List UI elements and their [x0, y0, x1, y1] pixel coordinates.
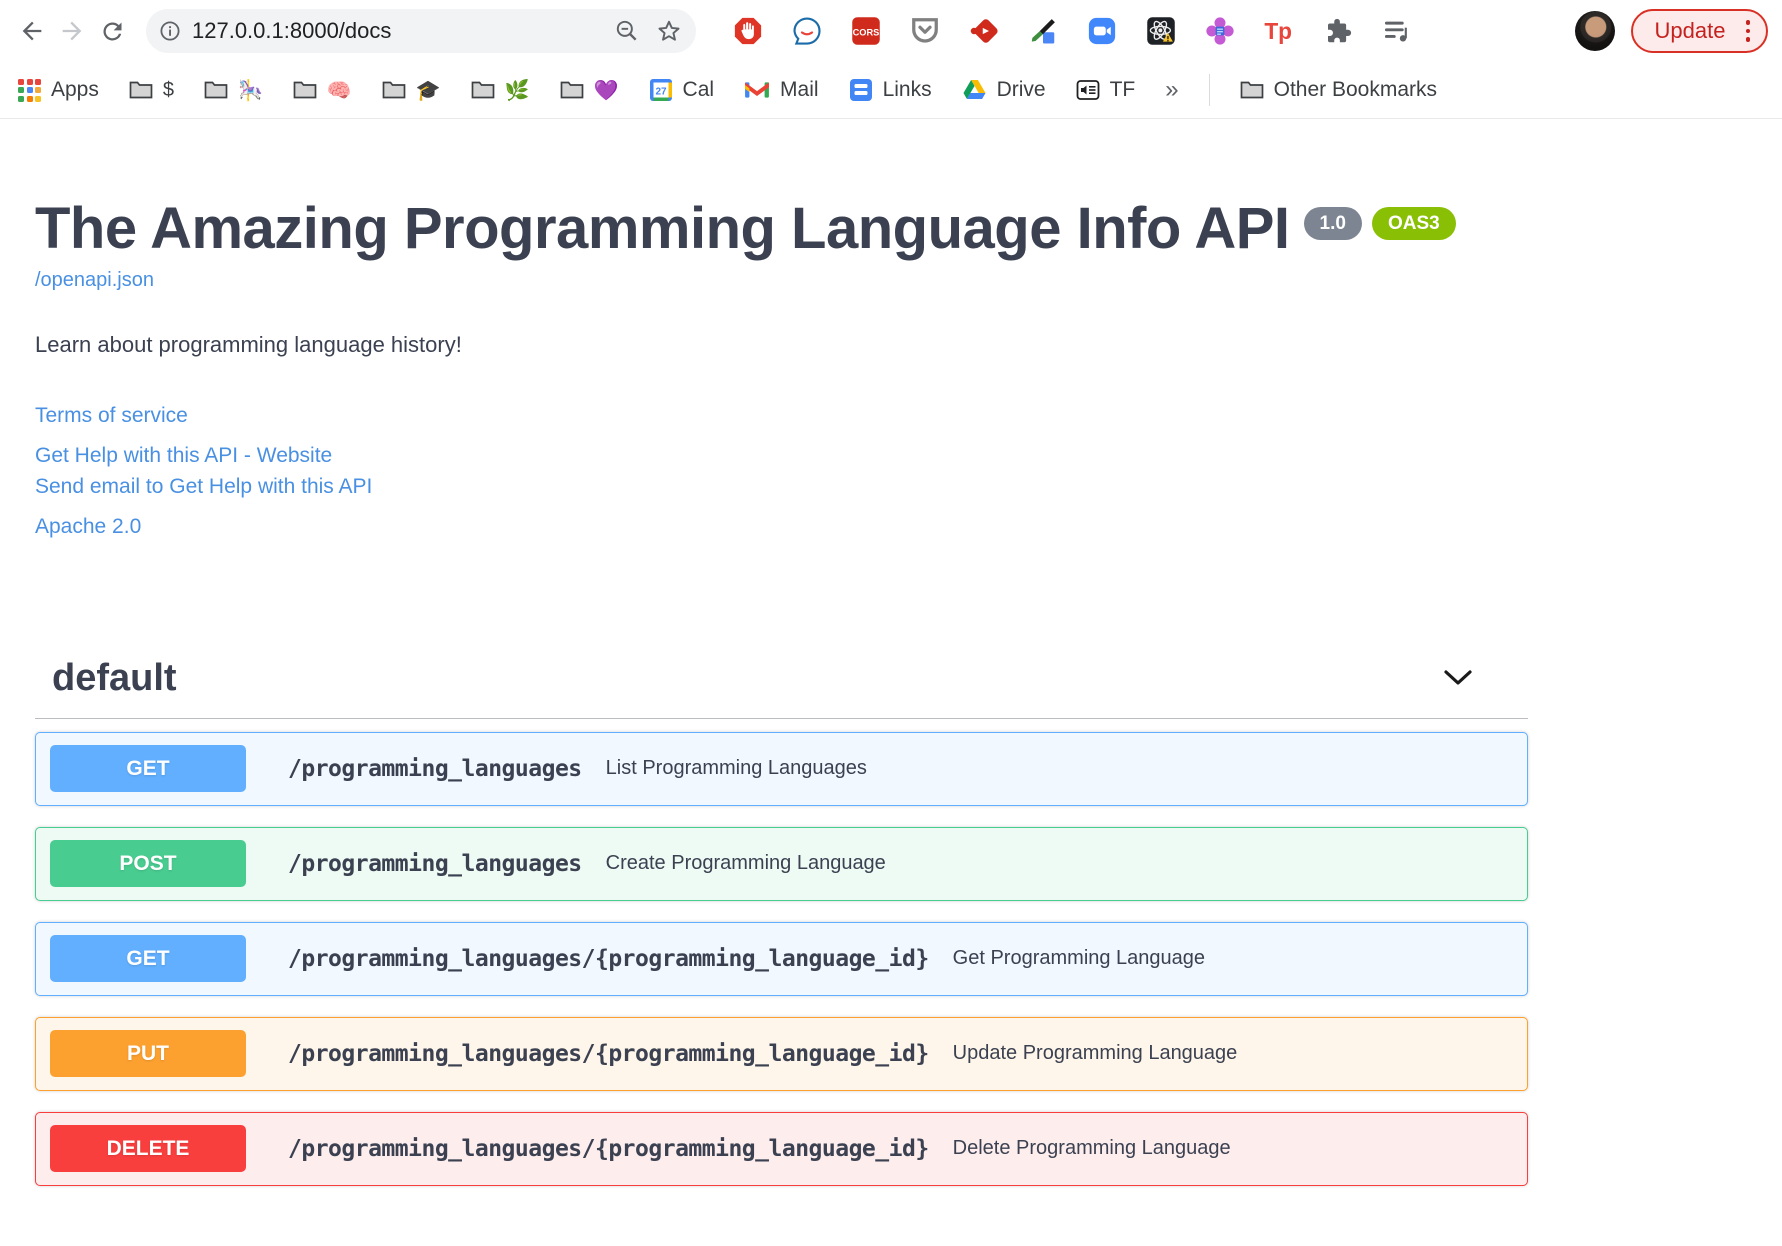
- bookmarks-overflow-chevron[interactable]: »: [1165, 76, 1178, 104]
- color-picker-extension-icon[interactable]: [1027, 15, 1059, 47]
- api-description: Learn about programming language history…: [35, 331, 462, 357]
- endpoint-path: /programming_languages/{programming_lang…: [288, 1135, 929, 1162]
- folder-icon: [204, 81, 228, 99]
- endpoint-summary: Create Programming Language: [605, 852, 886, 875]
- bookmark-links[interactable]: Links: [849, 78, 932, 102]
- browser-menu-icon[interactable]: [1740, 20, 1757, 42]
- media-queue-extension-icon[interactable]: [1381, 15, 1413, 47]
- folder-icon: [1240, 81, 1263, 99]
- pocket-extension-icon[interactable]: [909, 15, 941, 47]
- reload-icon: [102, 21, 121, 40]
- method-badge: GET: [50, 745, 246, 793]
- drive-icon: [963, 80, 986, 99]
- bookmark-tf[interactable]: TF: [1076, 78, 1135, 102]
- endpoint-row[interactable]: POST /programming_languages Create Progr…: [35, 826, 1528, 901]
- page-title: The Amazing Programming Language Info AP…: [35, 196, 1290, 261]
- endpoint-path: /programming_languages/{programming_lang…: [288, 1040, 929, 1067]
- forward-button[interactable]: [52, 11, 92, 51]
- folder-icon: [382, 81, 406, 99]
- bookmark-folder-grad[interactable]: 🎓: [382, 78, 441, 103]
- bookmark-folder-heart[interactable]: 💜: [560, 78, 619, 103]
- endpoint-summary: Update Programming Language: [952, 1042, 1238, 1065]
- bookmark-folder-herb[interactable]: 🌿: [471, 78, 530, 103]
- extensions-row: CORS Tp: [732, 15, 1565, 47]
- red-diamond-extension-icon[interactable]: [968, 15, 1000, 47]
- endpoint-path: /programming_languages/{programming_lang…: [288, 945, 929, 972]
- endpoint-row[interactable]: GET /programming_languages/{programming_…: [35, 921, 1528, 996]
- endpoint-summary: Delete Programming Language: [952, 1137, 1231, 1160]
- bookmark-calendar[interactable]: 27 Cal: [649, 78, 714, 102]
- folder-icon: [293, 81, 317, 99]
- url-bar[interactable]: 127.0.0.1:8000/docs: [146, 9, 696, 53]
- section-header[interactable]: default: [35, 657, 1528, 700]
- update-label: Update: [1654, 18, 1726, 43]
- bookmarks-bar: Apps $ 🎠 🧠 🎓 🌿 💜 27 Cal Mail Links Drive…: [0, 62, 1782, 119]
- puzzle-extensions-icon[interactable]: [1322, 15, 1354, 47]
- back-button[interactable]: [12, 11, 52, 51]
- endpoint-path: /programming_languages: [288, 755, 582, 782]
- browser-toolbar: 127.0.0.1:8000/docs CORS Tp Update: [0, 0, 1782, 62]
- bookmark-folder-dollar[interactable]: $: [129, 79, 174, 102]
- bookmark-drive[interactable]: Drive: [962, 78, 1046, 102]
- bookmark-gmail[interactable]: Mail: [744, 78, 819, 102]
- back-arrow-icon: [22, 21, 42, 41]
- svg-text:Tp: Tp: [1264, 18, 1292, 44]
- endpoint-row[interactable]: DELETE /programming_languages/{programmi…: [35, 1111, 1528, 1186]
- bookmarks-divider: [1208, 74, 1210, 106]
- terms-of-service-link[interactable]: Terms of service: [35, 404, 1782, 428]
- method-badge: POST: [50, 840, 246, 888]
- url-text[interactable]: 127.0.0.1:8000/docs: [192, 18, 614, 44]
- endpoint-summary: List Programming Languages: [605, 757, 867, 780]
- forward-arrow-icon: [62, 21, 82, 41]
- openapi-json-link[interactable]: /openapi.json: [35, 269, 154, 292]
- svg-text:CORS: CORS: [853, 27, 880, 37]
- bookmark-apps[interactable]: Apps: [18, 78, 99, 102]
- version-badge: 1.0: [1303, 207, 1362, 240]
- cors-extension-icon[interactable]: CORS: [850, 15, 882, 47]
- endpoint-row[interactable]: GET /programming_languages List Programm…: [35, 731, 1528, 806]
- tp-extension-icon[interactable]: Tp: [1263, 15, 1295, 47]
- links-doc-icon: [849, 79, 872, 101]
- bookmark-star-icon[interactable]: [656, 18, 682, 44]
- get-help-website-link[interactable]: Get Help with this API - Website: [35, 444, 1782, 468]
- react-devtools-extension-icon[interactable]: [1145, 15, 1177, 47]
- purple-pinwheel-extension-icon[interactable]: [1204, 15, 1236, 47]
- profile-avatar[interactable]: [1574, 11, 1615, 51]
- method-badge: PUT: [50, 1030, 246, 1078]
- apps-grid-icon: [18, 78, 41, 102]
- folder-icon: [560, 81, 583, 99]
- reload-button[interactable]: [92, 11, 132, 51]
- calendar-icon: 27: [649, 79, 672, 101]
- method-badge: DELETE: [50, 1125, 246, 1173]
- send-email-link[interactable]: Send email to Get Help with this API: [35, 475, 1782, 499]
- gmail-icon: [745, 82, 769, 98]
- update-button[interactable]: Update: [1630, 9, 1768, 53]
- endpoint-path: /programming_languages: [288, 850, 582, 877]
- oas3-badge: OAS3: [1371, 207, 1456, 240]
- block-hand-extension-icon[interactable]: [732, 15, 764, 47]
- bookmark-folder-carousel[interactable]: 🎠: [204, 78, 263, 103]
- folder-icon: [471, 81, 495, 99]
- tf-icon: [1076, 80, 1100, 100]
- chat-bubble-extension-icon[interactable]: [791, 15, 823, 47]
- endpoint-summary: Get Programming Language: [952, 947, 1206, 970]
- license-link[interactable]: Apache 2.0: [35, 515, 1782, 539]
- other-bookmarks[interactable]: Other Bookmarks: [1240, 78, 1437, 102]
- method-badge: GET: [50, 935, 246, 983]
- swagger-page: The Amazing Programming Language Info AP…: [0, 119, 1782, 1186]
- endpoint-row[interactable]: PUT /programming_languages/{programming_…: [35, 1016, 1528, 1091]
- bookmark-folder-brain[interactable]: 🧠: [293, 78, 352, 103]
- folder-icon: [129, 81, 153, 99]
- tag-section-default: default GET /programming_languages List …: [35, 657, 1528, 1186]
- collapse-chevron-icon[interactable]: [1443, 668, 1473, 688]
- zoom-video-extension-icon[interactable]: [1086, 15, 1118, 47]
- page-info-icon[interactable]: [158, 19, 182, 43]
- section-title: default: [52, 656, 177, 699]
- zoom-out-icon[interactable]: [614, 18, 640, 44]
- svg-text:27: 27: [655, 87, 667, 98]
- section-divider: [35, 717, 1528, 719]
